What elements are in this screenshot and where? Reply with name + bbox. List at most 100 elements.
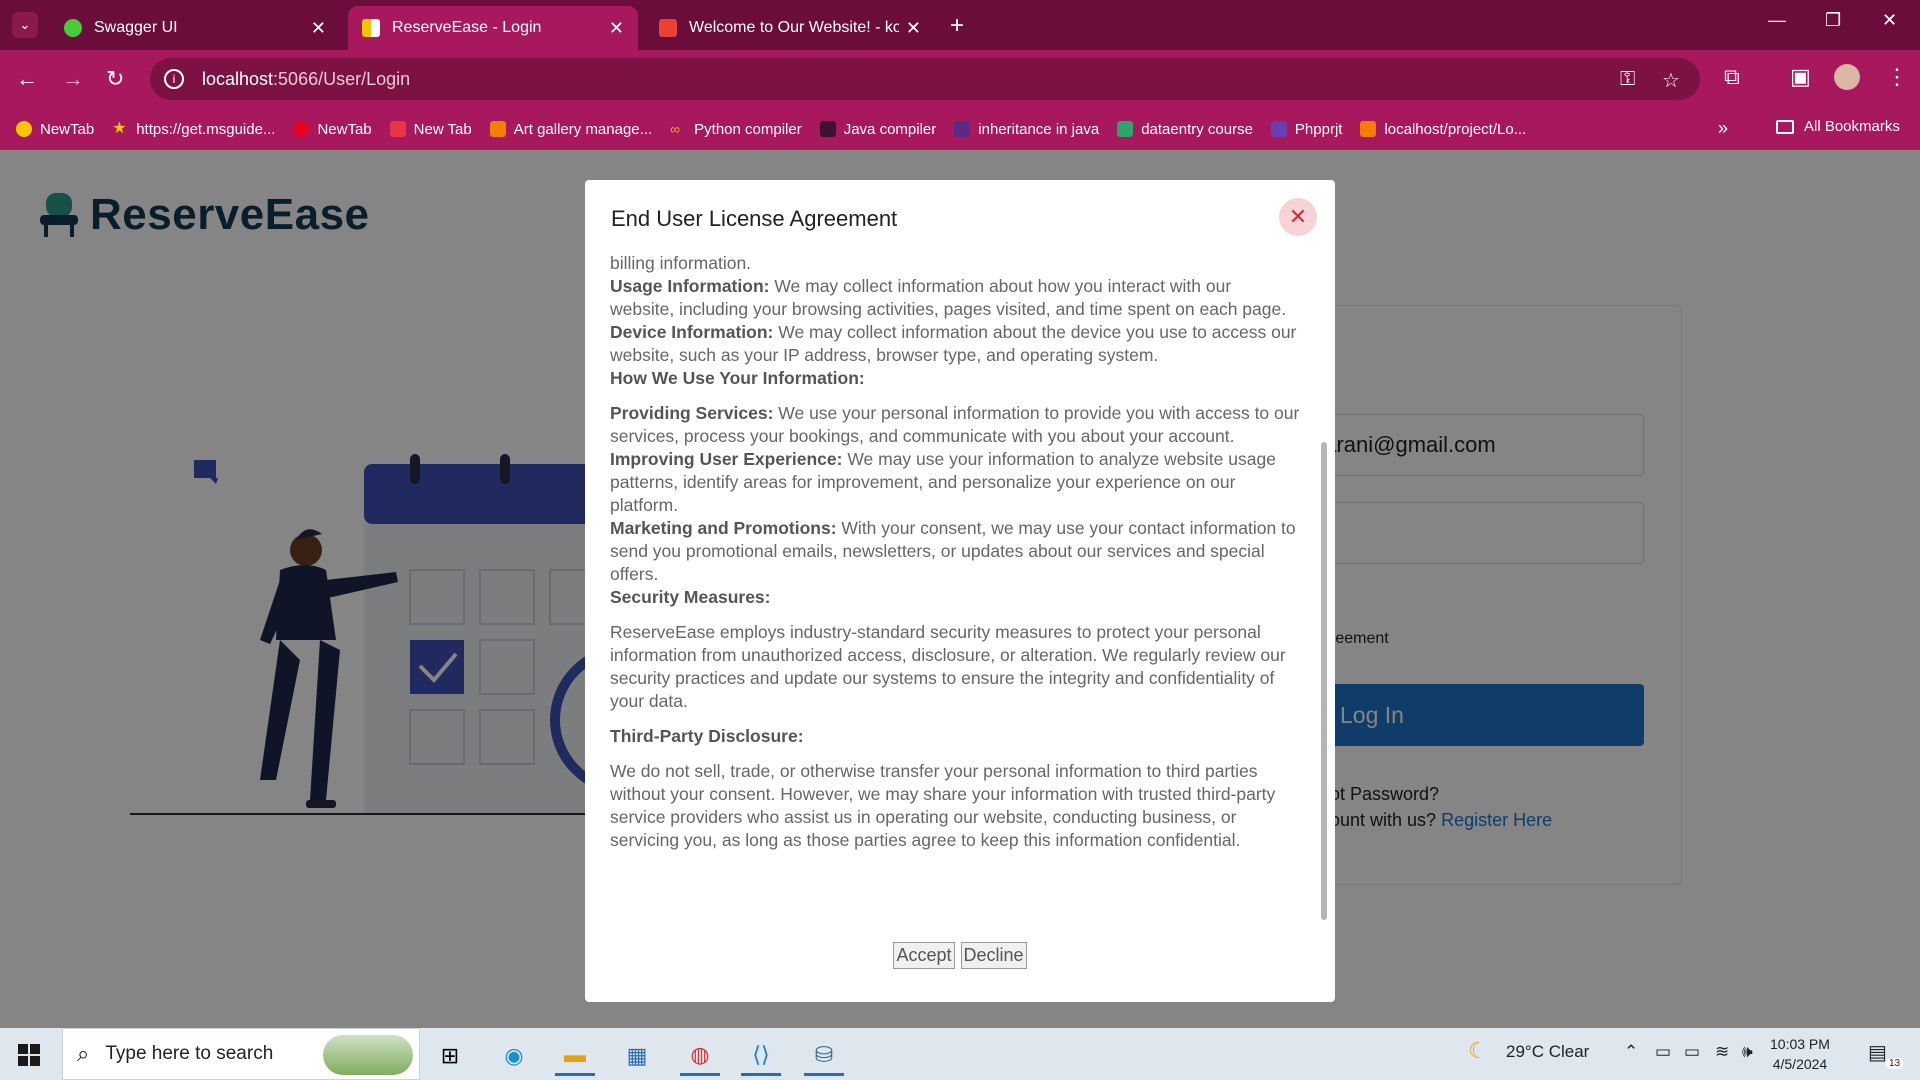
minimize-icon[interactable]: — — [1768, 10, 1786, 31]
show-hidden-icons[interactable]: ⌃ — [1624, 1042, 1638, 1062]
bookmark-label: https://get.msguide... — [136, 120, 276, 138]
browser-toolbar: ← → ↻ i localhost:5066/User/Login ⚿ ☆ ⧉ … — [0, 50, 1920, 108]
bookmark-item[interactable]: Java compiler — [819, 120, 937, 138]
eula-paragraph: Usage Information: We may collect inform… — [610, 275, 1300, 321]
accept-button[interactable]: Accept — [893, 942, 955, 969]
tab-search-button[interactable]: ⌄ — [12, 12, 38, 38]
profile-avatar[interactable] — [1834, 64, 1860, 90]
new-tab-button[interactable]: + — [950, 12, 964, 40]
swagger-favicon-icon — [64, 19, 82, 37]
star-icon: ★ — [112, 120, 127, 137]
restore-icon[interactable]: ❐ — [1825, 10, 1841, 31]
close-window-icon[interactable]: ✕ — [1882, 10, 1897, 31]
wifi-icon[interactable]: ≋ — [1715, 1042, 1729, 1062]
eula-heading: Security Measures: — [610, 587, 771, 607]
forward-icon[interactable]: → — [62, 66, 84, 92]
site-info-icon[interactable]: i — [164, 69, 184, 89]
bookmark-item[interactable]: inheritance in java — [954, 121, 1099, 138]
eula-paragraph: ReserveEase employs industry-standard se… — [610, 622, 1286, 711]
store-icon[interactable]: ▦ — [617, 1036, 657, 1076]
side-panel-icon[interactable]: ▣ — [1790, 64, 1811, 90]
file-explorer-icon[interactable]: ▬ — [555, 1036, 595, 1076]
bookmark-favicon-icon — [1117, 121, 1134, 137]
clock-date: 4/5/2024 — [1772, 1056, 1828, 1072]
folder-icon — [1776, 119, 1794, 134]
edge-icon[interactable]: ◉ — [494, 1036, 534, 1076]
notification-count: 13 — [1886, 1058, 1904, 1069]
eula-paragraph: Providing Services: We use your personal… — [610, 402, 1300, 448]
xampp-icon — [1360, 121, 1377, 137]
pinterest-icon — [293, 121, 310, 137]
infinity-icon: ∞ — [670, 121, 681, 137]
all-bookmarks-button[interactable]: All Bookmarks — [1776, 118, 1900, 135]
tab-label: Swagger UI — [94, 19, 178, 36]
bookmark-item[interactable]: localhost/project/Lo... — [1360, 121, 1526, 138]
bookmark-favicon-icon — [16, 121, 32, 137]
close-tab-icon[interactable]: ✕ — [311, 18, 326, 39]
eula-paragraph: Device Information: We may collect infor… — [610, 321, 1300, 367]
bookmark-label: Python compiler — [694, 120, 802, 138]
eula-paragraph: Improving User Experience: We may use yo… — [610, 448, 1300, 517]
chrome-icon[interactable]: ◍ — [680, 1036, 720, 1076]
eula-heading: Device Information: — [610, 322, 774, 342]
all-bookmarks-label: All Bookmarks — [1804, 118, 1900, 135]
vscode-icon[interactable]: ⟨⟩ — [741, 1036, 781, 1076]
bookmark-item[interactable]: New Tab — [389, 120, 472, 138]
eula-heading: How We Use Your Information: — [610, 368, 865, 388]
bookmark-item[interactable]: ∞ Python compiler — [670, 121, 802, 138]
postgres-icon[interactable]: ⛁ — [804, 1036, 844, 1076]
volume-icon[interactable]: 🕪 — [1742, 1042, 1753, 1062]
close-tab-icon[interactable]: ✕ — [609, 18, 624, 39]
weather-text[interactable]: 29°C Clear — [1506, 1042, 1589, 1062]
decline-button[interactable]: Decline — [960, 942, 1027, 969]
tab-gmail[interactable]: Welcome to Our Website! - kon ✕ — [645, 6, 935, 50]
gmail-favicon-icon — [659, 19, 677, 37]
modal-footer: Accept Decline — [585, 942, 1335, 969]
clock[interactable]: 10:03 PM 4/5/2024 — [1770, 1034, 1830, 1074]
eula-paragraph: billing information. — [610, 253, 752, 273]
eula-modal: End User License Agreement ✕ billing inf… — [585, 180, 1335, 1002]
bookmarks-bar: NewTab ★ https://get.msguide... NewTab Ne… — [0, 108, 1920, 150]
bookmark-label: NewTab — [40, 120, 95, 138]
bookmark-item[interactable]: ★ https://get.msguide... — [112, 121, 275, 138]
password-key-icon[interactable]: ⚿ — [1620, 68, 1635, 91]
url-host: localhost — [202, 68, 274, 89]
tab-swagger[interactable]: Swagger UI ✕ — [50, 6, 340, 50]
reload-icon[interactable]: ↻ — [106, 66, 124, 92]
windows-taskbar: ⌕ Type here to search ⊞ ◉ ▬ ▦ ◍ ⟨⟩ ⛁ ☾ 2… — [0, 1028, 1920, 1080]
task-view-icon[interactable]: ⊞ — [430, 1036, 470, 1076]
modal-scrollbar[interactable] — [1321, 442, 1327, 920]
address-bar[interactable]: i localhost:5066/User/Login ⚿ ☆ — [150, 58, 1700, 100]
battery-icon[interactable]: ▭ — [1684, 1042, 1700, 1062]
url-path: :5066/User/Login — [273, 68, 411, 89]
bookmark-label: Java compiler — [843, 120, 937, 138]
bookmark-favicon-icon — [954, 121, 971, 137]
bookmark-item[interactable]: Phpprjt — [1270, 121, 1342, 138]
notifications-icon[interactable]: ▤ — [1868, 1040, 1887, 1065]
back-icon[interactable]: ← — [16, 66, 38, 92]
eula-paragraph: We do not sell, trade, or otherwise tran… — [610, 761, 1276, 850]
eula-heading: Third-Party Disclosure: — [610, 726, 804, 746]
taskbar-search[interactable]: ⌕ Type here to search — [62, 1028, 420, 1080]
close-icon[interactable]: ✕ — [1279, 198, 1317, 236]
bookmark-item[interactable]: NewTab — [16, 121, 94, 138]
close-tab-icon[interactable]: ✕ — [906, 18, 921, 39]
more-bookmarks-icon[interactable]: » — [1718, 118, 1728, 139]
bookmark-star-icon[interactable]: ☆ — [1662, 68, 1680, 93]
windows-start-icon[interactable] — [18, 1044, 40, 1066]
eula-paragraph: Marketing and Promotions: With your cons… — [610, 517, 1300, 586]
bookmark-label: localhost/project/Lo... — [1384, 120, 1527, 138]
tab-reserveease[interactable]: ReserveEase - Login ✕ — [348, 6, 638, 50]
eula-heading: Improving User Experience: — [610, 449, 843, 469]
bookmark-label: New Tab — [413, 120, 472, 138]
meet-icon[interactable]: ▭ — [1655, 1042, 1671, 1062]
bookmark-item[interactable]: NewTab — [293, 121, 372, 138]
menu-icon[interactable]: ⋮ — [1886, 64, 1908, 90]
eula-paragraph: How We Use Your Information: — [610, 367, 1300, 390]
bookmark-item[interactable]: Art gallery manage... — [489, 121, 652, 138]
bookmark-item[interactable]: dataentry course — [1117, 121, 1253, 138]
bookmark-favicon-icon — [1270, 121, 1287, 137]
eula-paragraph: Third-Party Disclosure: — [610, 725, 1300, 748]
extensions-icon[interactable]: ⧉ — [1724, 64, 1740, 90]
